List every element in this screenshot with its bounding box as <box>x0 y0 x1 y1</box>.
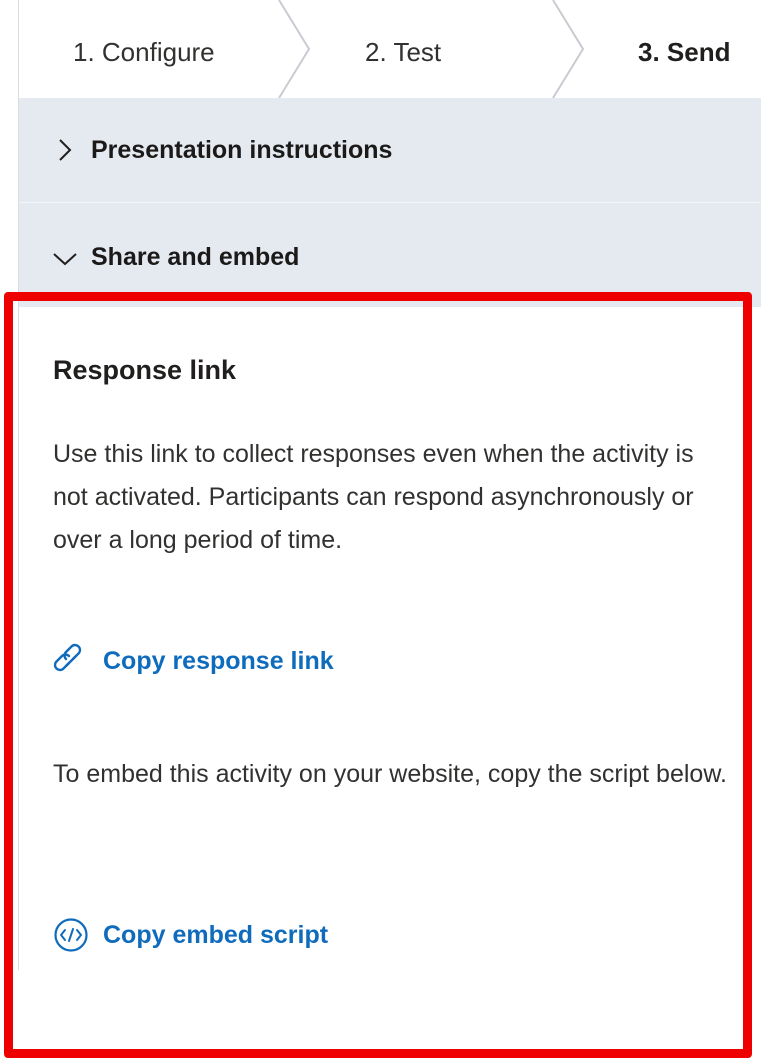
stepper: 1. Configure 2. Test 3. Send <box>19 0 761 98</box>
step-test[interactable]: 2. Test <box>365 0 441 98</box>
response-link-description: Use this link to collect responses even … <box>53 440 694 554</box>
link-icon <box>53 643 82 672</box>
copy-response-link-button[interactable]: Copy response link <box>53 643 334 679</box>
chevron-down-icon <box>53 253 77 266</box>
share-embed-content: Response link Use this link to collect r… <box>19 307 761 970</box>
copy-response-link-label: Copy response link <box>103 646 334 675</box>
copy-embed-script-label: Copy embed script <box>103 920 329 949</box>
send-panel: 1. Configure 2. Test 3. Send Presentatio… <box>0 0 761 1062</box>
code-icon <box>54 918 88 952</box>
share-and-embed-label: Share and embed <box>91 243 300 271</box>
step-separator-icon <box>552 0 585 98</box>
step-configure[interactable]: 1. Configure <box>73 0 215 98</box>
embed-description: To embed this activity on your website, … <box>53 760 727 788</box>
step-separator-icon <box>278 0 311 98</box>
response-link-title: Response link <box>53 355 237 385</box>
chevron-right-icon <box>59 139 72 161</box>
presentation-instructions-label: Presentation instructions <box>91 136 393 164</box>
step-send[interactable]: 3. Send <box>638 0 730 98</box>
presentation-instructions-header[interactable]: Presentation instructions <box>19 98 761 203</box>
share-and-embed-header[interactable]: Share and embed <box>19 203 761 307</box>
copy-embed-script-button[interactable]: Copy embed script <box>53 917 328 953</box>
